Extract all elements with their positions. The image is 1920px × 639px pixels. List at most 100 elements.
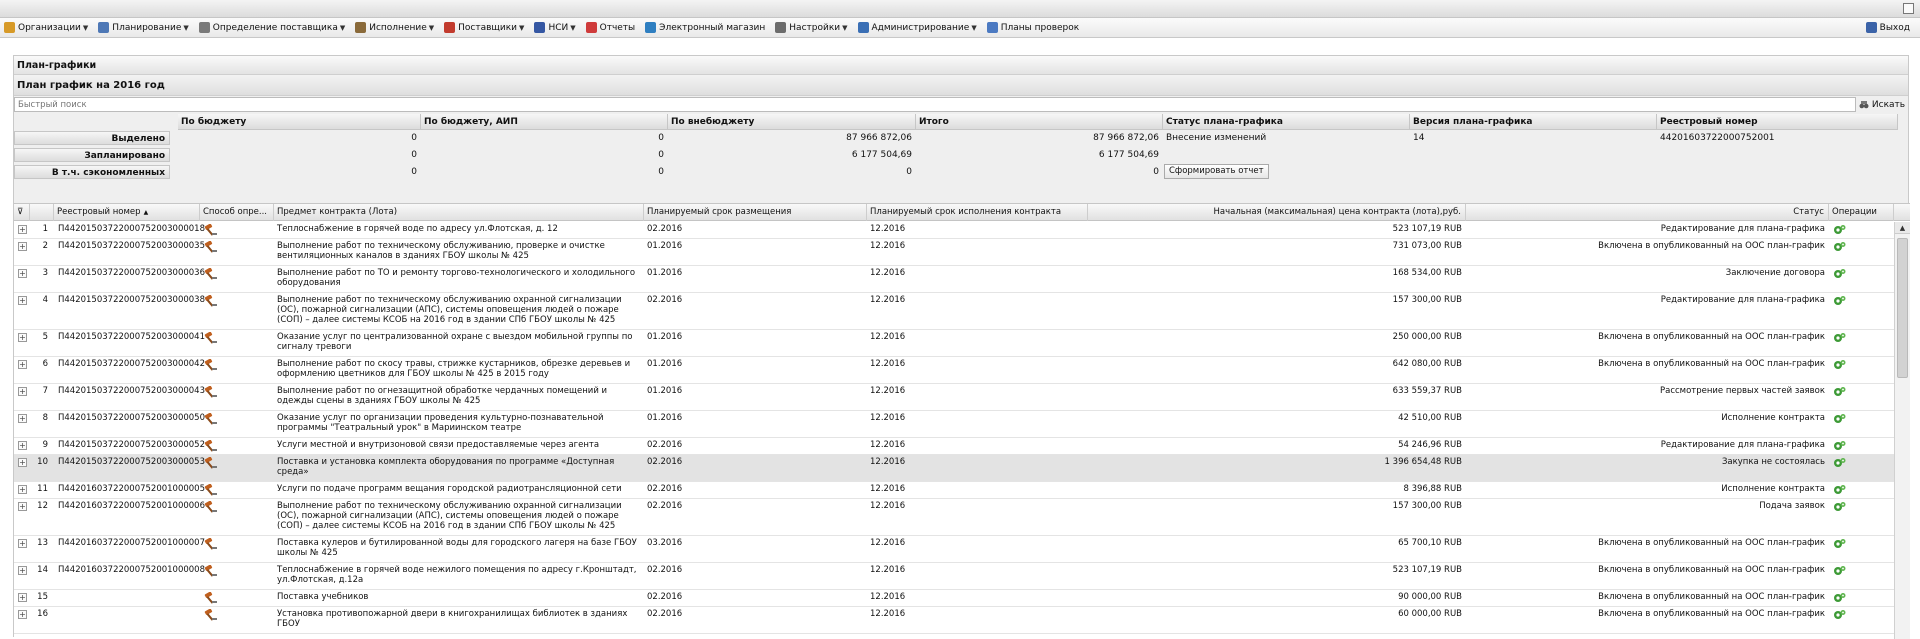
table-row[interactable]: +3 П44201503722000752003000036 Выполнение …: [14, 266, 1894, 293]
operations-gear-icon[interactable]: [1833, 413, 1846, 425]
expand-row-icon[interactable]: +: [18, 502, 27, 511]
menu-item-10[interactable]: Планы проверок: [986, 22, 1079, 33]
row-number: 15: [37, 592, 48, 602]
contract-price: 157 300,00 RUB: [1392, 501, 1462, 511]
table-row[interactable]: +8 П44201503722000752003000050 Оказание ус…: [14, 411, 1894, 438]
column-header-5[interactable]: Начальная (максимальная) цена контракта …: [1088, 204, 1466, 221]
menu-item-5[interactable]: НСИ ▼: [534, 22, 576, 33]
expand-row-icon[interactable]: +: [18, 458, 27, 467]
menu-item-8[interactable]: Настройки ▼: [775, 22, 848, 33]
panel-title: План-графики: [14, 56, 1908, 75]
column-header-2[interactable]: Предмет контракта (Лота): [274, 204, 644, 221]
column-header-4[interactable]: Планируемый срок исполнения контракта: [867, 204, 1088, 221]
table-row[interactable]: +16 Установка противопожарной двери в кни…: [14, 607, 1894, 634]
operations-gear-icon[interactable]: [1833, 241, 1846, 253]
expand-row-icon[interactable]: +: [18, 225, 27, 234]
execution-date: 12.2016: [870, 538, 906, 548]
placement-date: 01.2016: [647, 386, 683, 396]
summary-value: 0: [658, 133, 664, 143]
menu-item-1[interactable]: Планирование ▼: [98, 22, 189, 33]
table-row[interactable]: +5 П44201503722000752003000041 Оказание ус…: [14, 330, 1894, 357]
scroll-up-arrow-icon[interactable]: ▲: [1895, 222, 1910, 234]
table-row[interactable]: +15 Поставка учебников 02.2016 12.2016 90 00…: [14, 590, 1894, 607]
column-header-1[interactable]: Способ опре...: [200, 204, 274, 221]
table-row[interactable]: +12 П44201603722000752001000006 Выполнение…: [14, 499, 1894, 536]
expand-row-icon[interactable]: +: [18, 387, 27, 396]
column-header-6[interactable]: Статус: [1466, 204, 1829, 221]
window-restore-button[interactable]: [1903, 3, 1914, 14]
scroll-thumb[interactable]: [1897, 238, 1908, 378]
table-row[interactable]: +4 П44201503722000752003000038 Выполнение …: [14, 293, 1894, 330]
placement-date: 02.2016: [647, 609, 683, 619]
operations-gear-icon[interactable]: [1833, 295, 1846, 307]
menu-item-3[interactable]: Исполнение ▼: [355, 22, 434, 33]
dropdown-arrow-icon: ▼: [428, 23, 435, 32]
table-row[interactable]: +7 П44201503722000752003000043 Выполнение …: [14, 384, 1894, 411]
table-row[interactable]: +1 П44201503722000752003000018 Теплоснабже…: [14, 222, 1894, 239]
operations-gear-icon[interactable]: [1833, 268, 1846, 280]
operations-gear-icon[interactable]: [1833, 484, 1846, 496]
row-number: 10: [37, 457, 48, 467]
menu-item-0[interactable]: Организации ▼: [4, 22, 88, 33]
generate-report-button[interactable]: Сформировать отчет: [1164, 164, 1269, 179]
expand-row-icon[interactable]: +: [18, 242, 27, 251]
search-button[interactable]: Искать: [1856, 97, 1908, 112]
column-header-7[interactable]: Операции: [1829, 204, 1894, 221]
menu-item-4[interactable]: Поставщики ▼: [444, 22, 524, 33]
column-header-0[interactable]: Реестровый номер ▲: [54, 204, 200, 221]
operations-gear-icon[interactable]: [1833, 224, 1846, 236]
operations-gear-icon[interactable]: [1833, 359, 1846, 371]
logout-link[interactable]: Выход: [1865, 22, 1910, 33]
contract-subject: Выполнение работ по ТО и ремонту торгово…: [277, 268, 636, 288]
operations-gear-icon[interactable]: [1833, 440, 1846, 452]
menu-item-6[interactable]: Отчеты: [585, 22, 635, 33]
registry-number: П44201503722000752003000053: [58, 457, 205, 467]
registry-number: П44201503722000752003000043: [58, 386, 205, 396]
menu-item-label: Планирование: [112, 22, 182, 33]
operations-gear-icon[interactable]: [1833, 457, 1846, 469]
operations-gear-icon[interactable]: [1833, 386, 1846, 398]
row-status: Включена в опубликованный на ООС план-гр…: [1598, 592, 1825, 602]
operations-gear-icon[interactable]: [1833, 332, 1846, 344]
menu-item-2[interactable]: Определение поставщика ▼: [198, 22, 345, 33]
table-row[interactable]: +2 П44201503722000752003000035 Выполнение …: [14, 239, 1894, 266]
table-row[interactable]: +11 П44201603722000752001000005 Услуги по …: [14, 482, 1894, 499]
expand-row-icon[interactable]: +: [18, 593, 27, 602]
expand-row-icon[interactable]: +: [18, 269, 27, 278]
table-row[interactable]: +10 П44201503722000752003000053 Поставка и…: [14, 455, 1894, 482]
column-header-3[interactable]: Планируемый срок размещения: [644, 204, 867, 221]
expand-row-icon[interactable]: +: [18, 296, 27, 305]
table-row[interactable]: +13 П44201603722000752001000007 Поставка к…: [14, 536, 1894, 563]
dropdown-arrow-icon: ▼: [570, 23, 576, 32]
grid-vertical-scrollbar[interactable]: ▲: [1894, 222, 1910, 639]
expand-row-icon[interactable]: +: [18, 441, 27, 450]
table-row[interactable]: +9 П44201503722000752003000052 Услуги мест…: [14, 438, 1894, 455]
expand-row-icon[interactable]: +: [18, 333, 27, 342]
quick-search-input[interactable]: [14, 97, 1856, 112]
table-row[interactable]: +6 П44201503722000752003000042 Выполнение …: [14, 357, 1894, 384]
filter-icon[interactable]: ⊽: [14, 204, 30, 221]
menu-item-7[interactable]: Электронный магазин: [645, 22, 765, 33]
search-button-label: Искать: [1871, 99, 1906, 110]
expand-row-icon[interactable]: +: [18, 360, 27, 369]
expand-row-icon[interactable]: +: [18, 414, 27, 423]
expand-row-icon[interactable]: +: [18, 485, 27, 494]
operations-gear-icon[interactable]: [1833, 609, 1846, 621]
expand-row-icon[interactable]: +: [18, 610, 27, 619]
contract-subject: Поставка и установка комплекта оборудова…: [277, 457, 615, 477]
table-row[interactable]: +14 П44201603722000752001000008 Теплоснабж…: [14, 563, 1894, 590]
summary-header-2: По внебюджету: [668, 114, 916, 130]
operations-gear-icon[interactable]: [1833, 501, 1846, 513]
operations-gear-icon[interactable]: [1833, 538, 1846, 550]
summary-value: 0: [906, 167, 912, 177]
folder-icon: [4, 22, 15, 33]
placement-date: 01.2016: [647, 413, 683, 423]
auction-hammer-icon: [204, 359, 217, 371]
summary-row-label: Выделено: [14, 131, 170, 145]
operations-gear-icon[interactable]: [1833, 565, 1846, 577]
menu-item-9[interactable]: Администрирование ▼: [857, 22, 977, 33]
expand-row-icon[interactable]: +: [18, 566, 27, 575]
operations-gear-icon[interactable]: [1833, 592, 1846, 604]
expand-row-icon[interactable]: +: [18, 539, 27, 548]
plan-version: 14: [1413, 133, 1425, 143]
